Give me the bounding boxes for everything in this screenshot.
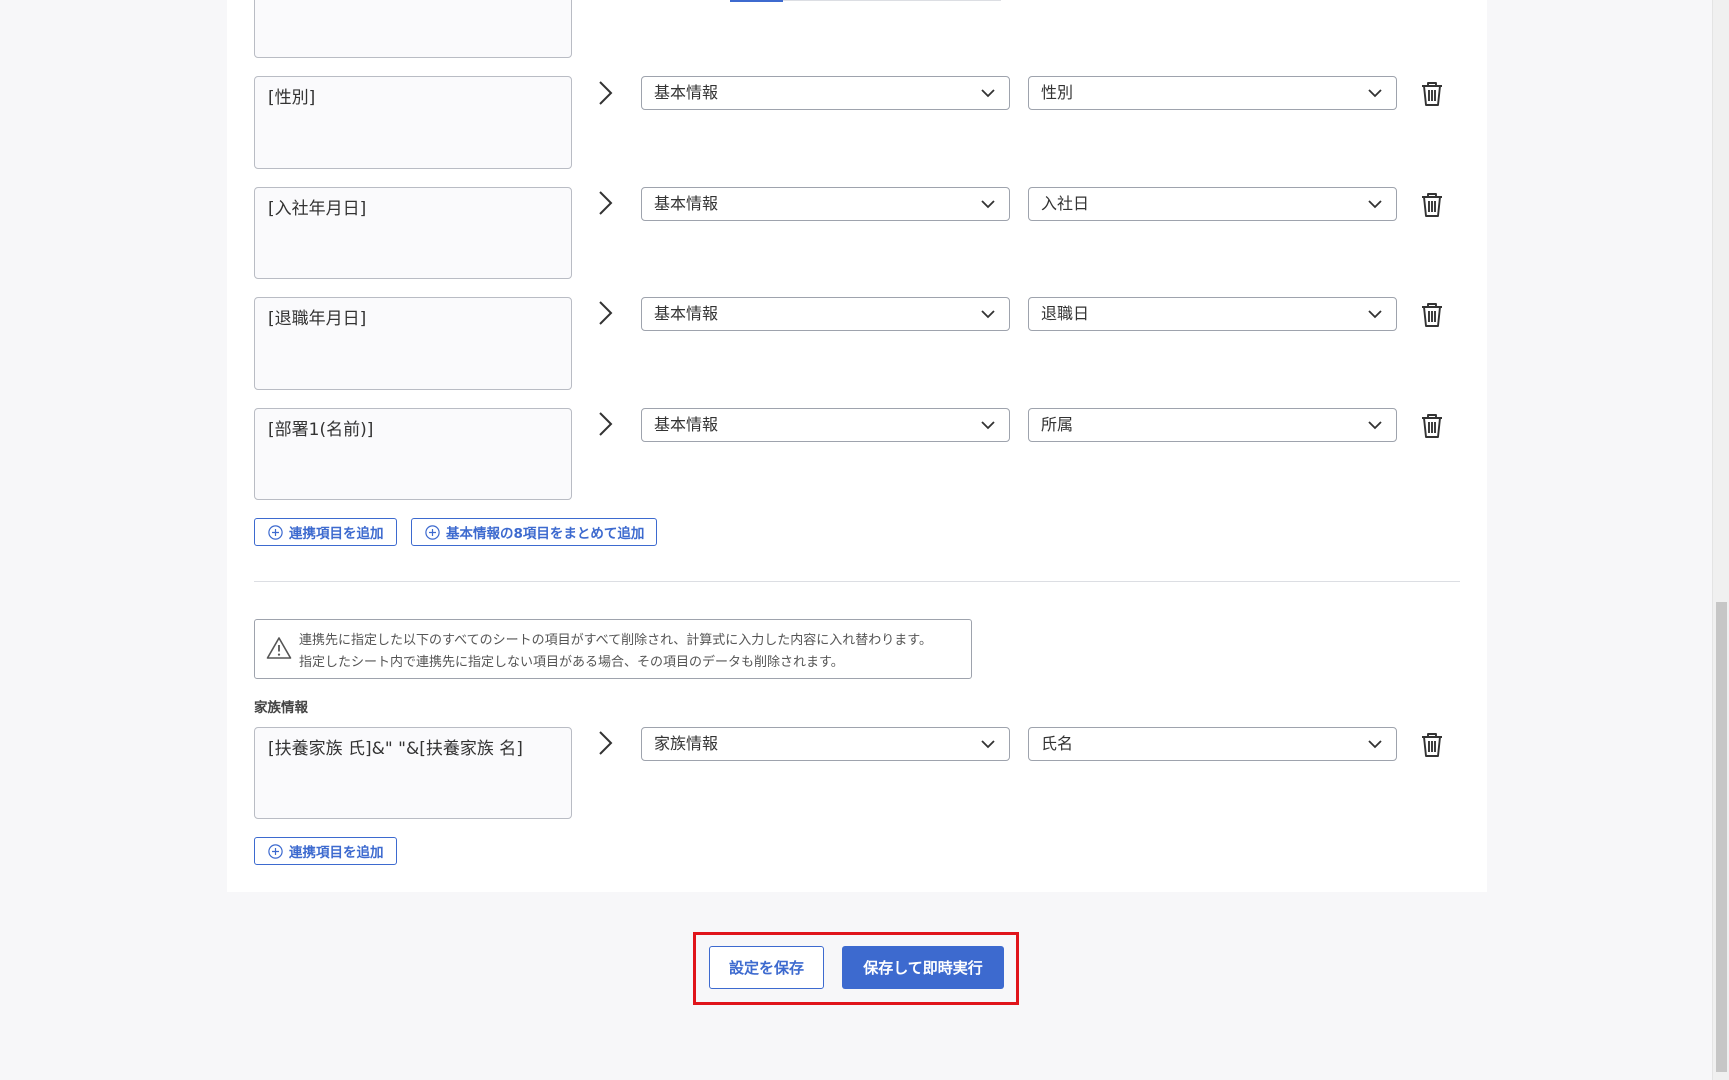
chevron-right-icon xyxy=(599,412,613,436)
field-select-value: 性別 xyxy=(1041,83,1074,102)
chevron-down-icon xyxy=(981,89,995,98)
warning-notice: 連携先に指定した以下のすべてのシートの項目がすべて削除され、計算式に入力した内容… xyxy=(254,619,972,679)
tab-divider xyxy=(783,0,1001,1)
field-select[interactable]: 退職日 xyxy=(1028,297,1397,331)
trash-icon[interactable] xyxy=(1420,413,1444,439)
field-select[interactable]: 入社日 xyxy=(1028,187,1397,221)
warning-icon xyxy=(266,637,292,659)
plus-circle-icon xyxy=(268,843,283,859)
plus-circle-icon xyxy=(425,524,440,540)
trash-icon[interactable] xyxy=(1420,192,1444,218)
category-select-value: 基本情報 xyxy=(654,304,719,323)
formula-field[interactable]: [部署1(名前)] xyxy=(254,408,572,500)
category-select[interactable]: 基本情報 xyxy=(641,187,1010,221)
save-and-run-button[interactable]: 保存して即時実行 xyxy=(842,946,1004,989)
warning-text-line1: 連携先に指定した以下のすべてのシートの項目がすべて削除され、計算式に入力した内容… xyxy=(299,633,932,648)
add-item-button[interactable]: 連携項目を追加 xyxy=(254,518,397,546)
chevron-down-icon xyxy=(1368,200,1382,209)
chevron-down-icon xyxy=(981,310,995,319)
add-item-label: 連携項目を追加 xyxy=(289,845,384,861)
category-select[interactable]: 基本情報 xyxy=(641,76,1010,110)
category-select-value: 基本情報 xyxy=(654,415,719,434)
scrollbar-thumb[interactable] xyxy=(1716,602,1727,1072)
warning-text-line2: 指定したシート内で連携先に指定しない項目がある場合、その項目のデータも削除されま… xyxy=(299,655,844,670)
trash-icon[interactable] xyxy=(1420,302,1444,328)
chevron-down-icon xyxy=(1368,740,1382,749)
chevron-down-icon xyxy=(981,740,995,749)
field-select[interactable]: 所属 xyxy=(1028,408,1397,442)
add-bulk-items-label: 基本情報の8項目をまとめて追加 xyxy=(446,526,645,542)
chevron-right-icon xyxy=(599,191,613,215)
add-item-button[interactable]: 連携項目を追加 xyxy=(254,837,397,865)
trash-icon[interactable] xyxy=(1420,732,1444,758)
chevron-down-icon xyxy=(981,200,995,209)
field-select[interactable]: 氏名 xyxy=(1028,727,1397,761)
formula-field[interactable]: [入社年月日] xyxy=(254,187,572,279)
add-item-label: 連携項目を追加 xyxy=(289,526,384,542)
section-title: 家族情報 xyxy=(254,700,308,716)
formula-field-previous[interactable] xyxy=(254,0,572,58)
trash-icon[interactable] xyxy=(1420,81,1444,107)
formula-field[interactable]: [性別] xyxy=(254,76,572,169)
field-select[interactable]: 性別 xyxy=(1028,76,1397,110)
category-select[interactable]: 基本情報 xyxy=(641,408,1010,442)
category-select-value: 家族情報 xyxy=(654,734,719,753)
add-bulk-items-button[interactable]: 基本情報の8項目をまとめて追加 xyxy=(411,518,658,546)
chevron-down-icon xyxy=(981,421,995,430)
chevron-down-icon xyxy=(1368,310,1382,319)
field-select-value: 入社日 xyxy=(1041,194,1090,213)
category-select-value: 基本情報 xyxy=(654,83,719,102)
field-select-value: 退職日 xyxy=(1041,304,1090,323)
chevron-right-icon xyxy=(599,301,613,325)
category-select[interactable]: 基本情報 xyxy=(641,297,1010,331)
chevron-down-icon xyxy=(1368,421,1382,430)
save-settings-button[interactable]: 設定を保存 xyxy=(709,946,824,989)
formula-field[interactable]: [扶養家族 氏]&" "&[扶養家族 名] xyxy=(254,727,572,819)
scrollbar[interactable] xyxy=(1712,0,1729,1080)
chevron-right-icon xyxy=(599,731,613,755)
field-select-value: 所属 xyxy=(1041,415,1074,434)
chevron-right-icon xyxy=(599,81,613,105)
tab-underline xyxy=(730,0,783,2)
category-select-value: 基本情報 xyxy=(654,194,719,213)
field-select-value: 氏名 xyxy=(1041,734,1074,753)
plus-circle-icon xyxy=(268,524,283,540)
chevron-down-icon xyxy=(1368,89,1382,98)
formula-field[interactable]: [退職年月日] xyxy=(254,297,572,390)
section-divider xyxy=(254,581,1460,582)
category-select[interactable]: 家族情報 xyxy=(641,727,1010,761)
